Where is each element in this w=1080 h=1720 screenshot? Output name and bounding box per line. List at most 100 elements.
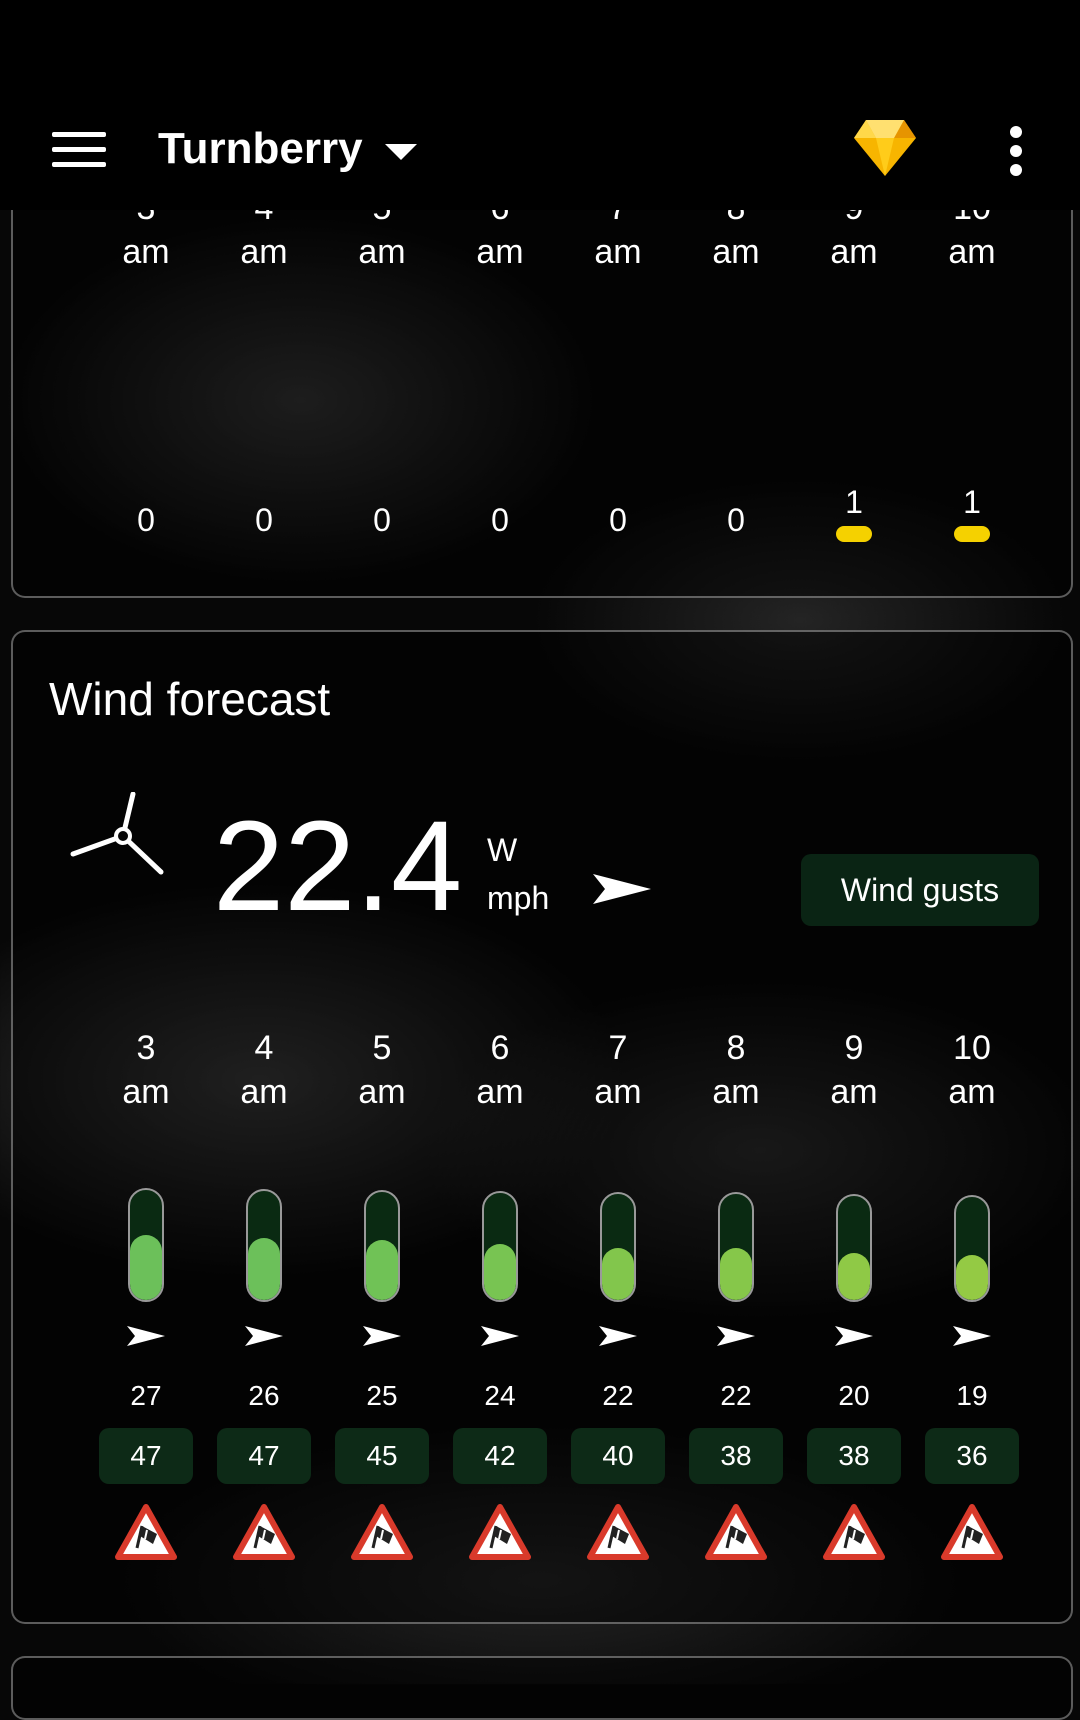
wind-speed-bar — [954, 1195, 990, 1302]
wind-direction-arrow-icon — [593, 874, 651, 904]
hour-ampm: am — [240, 1073, 288, 1111]
wind-speed-value: 27 — [130, 1380, 162, 1411]
hour-ampm: am — [122, 1073, 170, 1111]
hour-number: 6 — [490, 1029, 510, 1067]
diamond-icon[interactable] — [852, 118, 918, 178]
wind-direction-arrow-icon — [127, 1326, 165, 1346]
hour-label: 3 am — [87, 1026, 205, 1114]
wind-speed-bar — [128, 1188, 164, 1302]
hour-number: 8 — [726, 1029, 746, 1067]
precip-value: 1 — [963, 484, 981, 520]
windsock-warning-icon[interactable] — [233, 1504, 295, 1560]
hour-ampm: am — [476, 1073, 524, 1111]
wind-speed-bar — [836, 1194, 872, 1302]
windsock-warning-icon[interactable] — [705, 1504, 767, 1560]
wind-speed-bar-fill — [956, 1255, 988, 1300]
hour-ampm: am — [358, 1073, 406, 1111]
wind-turbine-icon — [70, 792, 164, 875]
hour-label: 8 am — [677, 1026, 795, 1114]
wind-speed-value: 25 — [366, 1380, 398, 1411]
app-bar: Turnberry — [0, 0, 1080, 210]
precip-indicator — [836, 526, 872, 542]
precip-value: 0 — [609, 502, 627, 538]
hour-number: 5 — [372, 1029, 392, 1067]
wind-speed-bar-fill — [248, 1238, 280, 1300]
wind-gust-value: 45 — [335, 1428, 429, 1484]
wind-speed-bar-fill — [838, 1253, 870, 1300]
wind-direction-arrow-icon — [481, 1326, 519, 1346]
wind-gusts-button[interactable]: Wind gusts — [801, 854, 1039, 926]
hour-ampm: am — [948, 1073, 996, 1111]
hour-ampm: am — [712, 1073, 760, 1111]
hour-ampm: am — [948, 233, 996, 271]
rain-forecast-card: 3am4am5am6am7am8am9am10am00000011 — [11, 170, 1073, 598]
wind-speed-bar-fill — [484, 1244, 516, 1300]
hour-ampm: am — [358, 233, 406, 271]
wind-speed-bar — [364, 1190, 400, 1302]
more-vertical-icon[interactable] — [1006, 126, 1026, 176]
windsock-warning-icon[interactable] — [351, 1504, 413, 1560]
current-wind-direction: W — [487, 832, 518, 868]
wind-speed-bar-fill — [602, 1248, 634, 1300]
location-name[interactable]: Turnberry — [158, 124, 363, 174]
hour-ampm: am — [476, 233, 524, 271]
wind-unit: mph — [487, 880, 550, 916]
wind-gust-value: 47 — [217, 1428, 311, 1484]
hour-ampm: am — [240, 233, 288, 271]
hamburger-menu-icon[interactable] — [52, 132, 106, 168]
wind-speed-bar — [246, 1189, 282, 1302]
precip-value: 0 — [373, 502, 391, 538]
hour-ampm: am — [830, 233, 878, 271]
wind-direction-arrow-icon — [835, 1326, 873, 1346]
wind-speed-value: 20 — [838, 1380, 870, 1411]
windsock-warning-icon[interactable] — [469, 1504, 531, 1560]
wind-gust-value: 42 — [453, 1428, 547, 1484]
wind-forecast-card: Wind forecast 22.4 W mph Wind gusts 3 am 4… — [11, 630, 1073, 1624]
hour-ampm: am — [594, 1073, 642, 1111]
hour-ampm: am — [594, 233, 642, 271]
card-title: Wind forecast — [49, 673, 331, 725]
precip-value: 0 — [727, 502, 745, 538]
wind-speed-bar — [718, 1192, 754, 1302]
wind-speed-value: 22 — [602, 1380, 634, 1411]
wind-direction-arrow-icon — [245, 1326, 283, 1346]
hour-number: 7 — [608, 1029, 628, 1067]
windsock-warning-icon[interactable] — [115, 1504, 177, 1560]
hour-ampm: am — [830, 1073, 878, 1111]
location-dropdown-caret-icon[interactable] — [385, 144, 417, 160]
wind-speed-bar — [600, 1192, 636, 1302]
windsock-warning-icon[interactable] — [823, 1504, 885, 1560]
wind-gust-value: 40 — [571, 1428, 665, 1484]
hour-label: 7 am — [559, 1026, 677, 1114]
hour-label: 10 am — [913, 1026, 1031, 1114]
wind-speed-value: 22 — [720, 1380, 752, 1411]
hour-label: 5 am — [323, 1026, 441, 1114]
windsock-warning-icon[interactable] — [941, 1504, 1003, 1560]
hour-ampm: am — [712, 233, 760, 271]
wind-gust-value: 38 — [689, 1428, 783, 1484]
wind-speed-bar-fill — [366, 1240, 398, 1300]
wind-speed-value: 19 — [956, 1380, 988, 1411]
precip-value: 0 — [255, 502, 273, 538]
hour-label: 6 am — [441, 1026, 559, 1114]
wind-speed-bar — [482, 1191, 518, 1302]
precip-value: 0 — [137, 502, 155, 538]
wind-direction-arrow-icon — [599, 1326, 637, 1346]
hour-label: 9 am — [795, 1026, 913, 1114]
wind-speed-bar-fill — [720, 1248, 752, 1300]
hour-number: 4 — [254, 1029, 274, 1067]
wind-speed-value: 26 — [248, 1380, 280, 1411]
wind-gust-value: 47 — [99, 1428, 193, 1484]
hour-label: 4 am — [205, 1026, 323, 1114]
hour-number: 3 — [136, 1029, 156, 1067]
wind-direction-arrow-icon — [717, 1326, 755, 1346]
wind-gust-value: 38 — [807, 1428, 901, 1484]
wind-speed-value: 24 — [484, 1380, 516, 1411]
windsock-warning-icon[interactable] — [587, 1504, 649, 1560]
hour-number: 10 — [953, 1029, 991, 1067]
wind-direction-arrow-icon — [363, 1326, 401, 1346]
current-wind-speed: 22.4 — [213, 795, 463, 938]
precip-value: 0 — [491, 502, 509, 538]
precip-value: 1 — [845, 484, 863, 520]
hour-number: 9 — [844, 1029, 864, 1067]
